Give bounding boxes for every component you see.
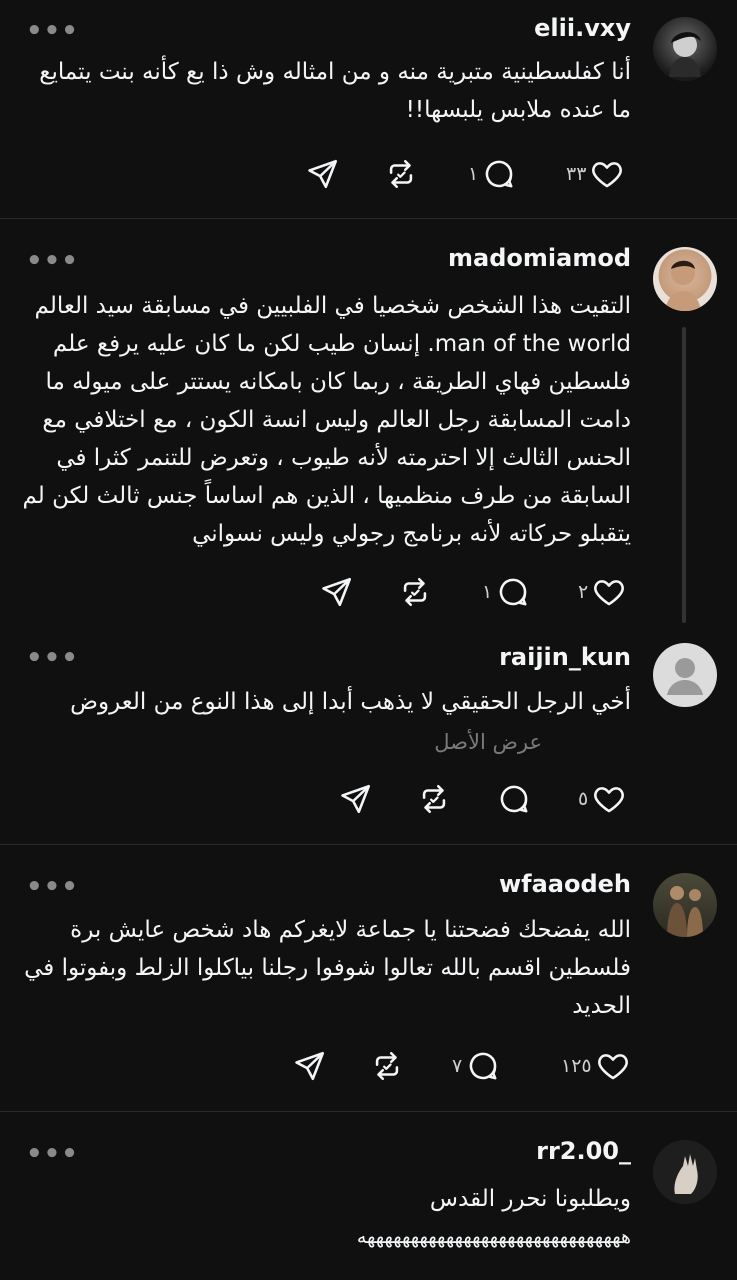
avatar[interactable] [653,17,717,81]
reply-button[interactable]: ١ [482,574,530,610]
action-bar: ١٢٥ ٧ [0,1048,737,1084]
more-icon[interactable]: ••• [26,874,79,900]
more-icon[interactable]: ••• [26,1141,79,1167]
share-icon [339,782,373,816]
like-icon [592,782,626,816]
repost-button[interactable] [384,156,418,192]
like-button[interactable]: ١٢٥ [561,1048,630,1084]
share-icon [293,1049,327,1083]
avatar[interactable] [653,1140,717,1204]
repost-icon [398,575,432,609]
like-count: ٣٣ [566,163,587,185]
username[interactable]: raijin_kun [499,643,631,671]
like-icon [592,575,626,609]
share-icon [320,575,354,609]
avatar[interactable] [653,643,717,707]
reply-button[interactable] [497,781,531,817]
post-text: أخي الرجل الحقيقي لا يذهب أبدا إلى هذا ا… [70,689,631,715]
post-1: elii.vxy ••• أنا كفلسطينية متبرية منه و … [0,0,737,218]
post-3: raijin_kun ••• أخي الرجل الحقيقي لا يذهب… [0,629,737,844]
more-icon[interactable]: ••• [26,18,79,44]
translate-link[interactable]: عرض الأصل [342,723,542,761]
post-text: التقيت هذا الشخص شخصيا في الفلبيين في مس… [22,293,631,547]
post-text-line2: ههههههههههههههههههههههههههههههه [356,1226,631,1248]
like-button[interactable]: ٢ [578,574,626,610]
reply-icon [482,157,516,191]
share-button[interactable] [320,574,354,610]
like-button[interactable]: ٥ [578,781,626,817]
reply-button[interactable]: ٧ [452,1048,500,1084]
post-text: ويطلبونا نحرر القدس [429,1186,631,1212]
reply-count: ١ [482,581,493,603]
share-button[interactable] [293,1048,327,1084]
repost-icon [370,1049,404,1083]
avatar[interactable] [653,873,717,937]
post-5: rr2.00_ ••• ويطلبونا نحرر القدس هههههههه… [0,1112,737,1280]
post-2: madomiamod ••• التقيت هذا الشخص شخصيا في… [0,219,737,629]
share-button[interactable] [339,781,373,817]
reply-icon [466,1049,500,1083]
like-button[interactable]: ٣٣ [566,156,624,192]
action-bar: ٥ [0,781,737,817]
share-button[interactable] [306,156,340,192]
repost-button[interactable] [370,1048,404,1084]
like-icon [590,157,624,191]
username[interactable]: madomiamod [448,244,631,272]
repost-icon [417,782,451,816]
more-icon[interactable]: ••• [26,645,79,671]
post-4: wfaaodeh ••• الله يفضحك فضحتنا يا جماعة … [0,845,737,1111]
action-bar: ٣٣ ١ [0,156,737,192]
more-icon[interactable]: ••• [26,248,79,274]
post-text: الله يفضحك فضحتنا يا جماعة لايغركم هاد ش… [24,917,631,1019]
reply-count: ٧ [452,1055,463,1077]
like-icon [596,1049,630,1083]
reply-icon [497,782,531,816]
share-icon [306,157,340,191]
avatar[interactable] [653,247,717,311]
username[interactable]: wfaaodeh [499,870,631,898]
reply-count: ١ [468,163,479,185]
reply-button[interactable]: ١ [468,156,516,192]
username[interactable]: rr2.00_ [536,1137,631,1165]
like-count: ٢ [578,581,589,603]
repost-button[interactable] [398,574,432,610]
username[interactable]: elii.vxy [534,14,631,42]
repost-button[interactable] [417,781,451,817]
action-bar: ٢ ١ [0,574,737,610]
repost-icon [384,157,418,191]
like-count: ١٢٥ [561,1055,592,1077]
post-text: أنا كفلسطينية متبرية منه و من امثاله وش … [39,59,631,123]
reply-icon [496,575,530,609]
like-count: ٥ [578,788,589,810]
